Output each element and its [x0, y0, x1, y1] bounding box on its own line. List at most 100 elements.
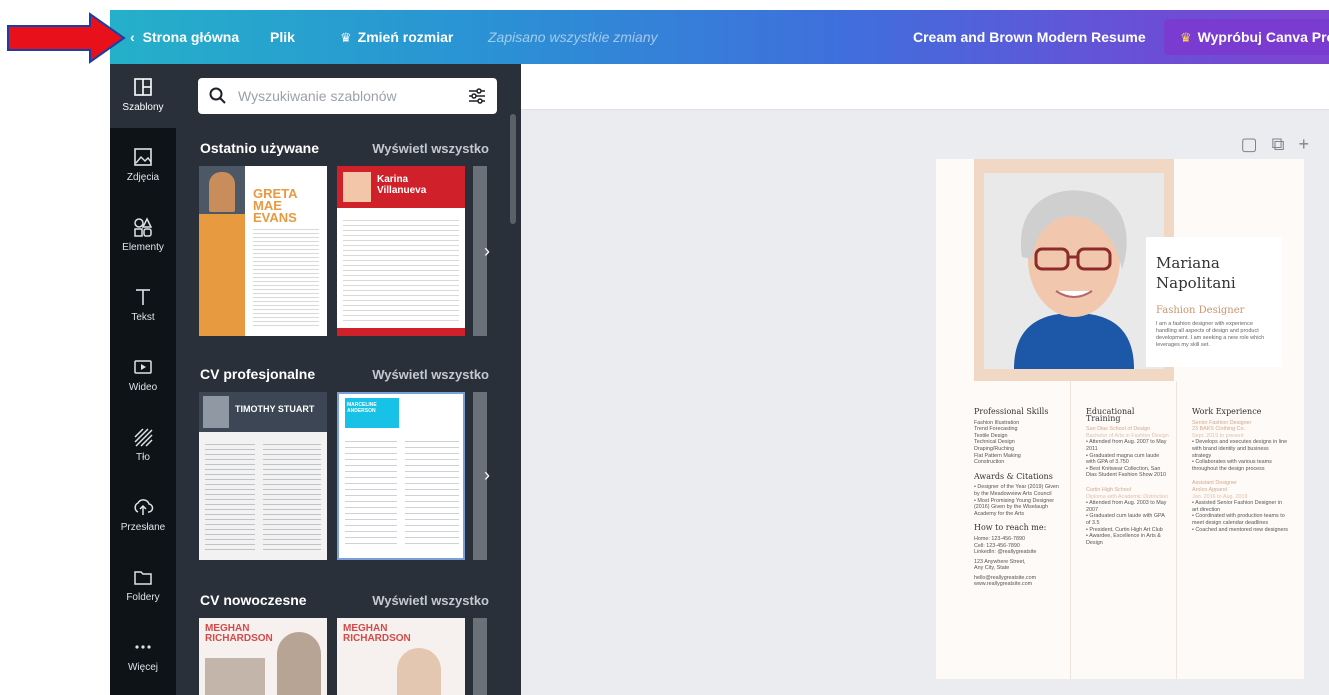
- page-tools: ▢ ⧉ +: [1227, 134, 1309, 155]
- resume-column-skills[interactable]: Professional Skills Fashion Illustration…: [974, 407, 1066, 588]
- skill-item: Textile Design: [974, 432, 1008, 439]
- rail-item-photos[interactable]: Zdjęcia: [110, 134, 176, 198]
- rail-item-folders[interactable]: Foldery: [110, 554, 176, 618]
- school-name: Curtin High School: [1086, 486, 1131, 493]
- rail-item-uploads[interactable]: Przesłane: [110, 484, 176, 548]
- resume-column-work[interactable]: Work Experience Senior Fashion Designer …: [1192, 407, 1288, 534]
- design-canvas: ▢ ⧉ + Mariana Napolitani Fashion Designer …: [521, 64, 1329, 695]
- red-arrow-annotation: [7, 12, 126, 64]
- template-search-input[interactable]: Wyszukiwanie szablonów: [198, 78, 497, 114]
- crown-icon: ♛: [1180, 30, 1192, 45]
- template-thumb[interactable]: MARCELINE ANDERSON: [337, 392, 465, 560]
- thumb-title: TIMOTHY STUART: [235, 404, 315, 414]
- section-title: Ostatnio używane: [200, 140, 320, 156]
- job-item: Assisted Senior Fashion Designer in art …: [1192, 500, 1288, 513]
- rail-label: Przesłane: [120, 522, 166, 533]
- duplicate-page-icon[interactable]: ⧉: [1272, 134, 1285, 154]
- degree-name: Diploma with Academic Distinction: [1086, 493, 1169, 500]
- resume-column-education[interactable]: Educational Training San Dias School of …: [1086, 407, 1170, 546]
- rail-item-video[interactable]: Wideo: [110, 344, 176, 408]
- template-thumb-edge: [473, 618, 487, 695]
- home-button[interactable]: ‹ Strona główna: [130, 10, 239, 64]
- filter-icon[interactable]: [467, 86, 487, 106]
- column-divider: [1070, 381, 1071, 679]
- awards-heading: Awards & Citations: [974, 471, 1053, 481]
- job-role: Senior Fashion Designer: [1192, 419, 1252, 426]
- profile-photo[interactable]: [984, 173, 1164, 369]
- template-thumb[interactable]: MEGHAN RICHARDSON: [199, 618, 327, 695]
- upload-icon: [134, 499, 154, 515]
- resume-first-name: Mariana: [1156, 254, 1220, 272]
- skill-item: Fashion Illustration: [974, 419, 1020, 426]
- photo-icon: [134, 148, 152, 166]
- contact-line: hello@reallygreatsite.com: [974, 574, 1037, 581]
- job-item: Coached and mentored new designers: [1192, 527, 1288, 534]
- save-status: Zapisano wszystkie zmiany: [488, 29, 658, 45]
- chevron-right-icon[interactable]: ›: [476, 464, 498, 486]
- edu-item: Graduated magna cum laude with GPA of 3.…: [1086, 453, 1170, 466]
- contact-line: Any City, State: [974, 565, 1010, 572]
- section-title: CV profesjonalne: [200, 366, 316, 382]
- template-thumb[interactable]: GRETA MAE EVANS: [199, 166, 327, 336]
- video-icon: [134, 360, 152, 374]
- work-heading: Work Experience: [1192, 407, 1262, 416]
- rail-label: Zdjęcia: [126, 172, 160, 183]
- award-item: Designer of the Year (2019) Given by the…: [974, 484, 1066, 497]
- view-all-link[interactable]: Wyświetl wszystko: [372, 593, 489, 608]
- rail-item-elements[interactable]: Elementy: [110, 204, 176, 268]
- try-canva-pro-button[interactable]: ♛ Wypróbuj Canva Pro: [1164, 19, 1329, 55]
- skill-item: Technical Design: [974, 439, 1015, 446]
- document-title[interactable]: Cream and Brown Modern Resume: [913, 10, 1146, 64]
- job-role: Assistant Designer: [1192, 480, 1237, 487]
- rail-item-more[interactable]: Więcej: [110, 624, 176, 688]
- skill-item: Draping/Ruching: [974, 445, 1015, 452]
- contact-heading: How to reach me:: [974, 523, 1047, 533]
- rail-label: Tło: [136, 452, 150, 463]
- add-page-icon[interactable]: +: [1298, 134, 1309, 154]
- templates-panel: Wyszukiwanie szablonów Ostatnio używane …: [176, 64, 521, 695]
- resize-label: Zmień rozmiar: [357, 29, 454, 45]
- panel-scrollbar[interactable]: [510, 114, 516, 224]
- text-icon: [136, 289, 150, 305]
- template-thumb[interactable]: TIMOTHY STUART: [199, 392, 327, 560]
- rail-label: Wideo: [128, 382, 158, 393]
- rail-item-background[interactable]: Tło: [110, 414, 176, 478]
- edu-item: Attended from Aug. 2007 to May 2011: [1086, 439, 1170, 452]
- edu-item: Graduated cum laude with GPA of 3.5: [1086, 513, 1170, 526]
- job-company: Arolco Apparel: [1192, 486, 1228, 493]
- resize-button[interactable]: ♛ Zmień rozmiar: [340, 10, 453, 64]
- contact-line: www.reallygreatsite.com: [974, 581, 1033, 588]
- contact-line: Cell: 123-456-7890: [974, 542, 1020, 549]
- job-company: 23 BAKS Clothing Co.: [1192, 426, 1246, 433]
- edu-item: Best Knitwear Collection, San Dias Stude…: [1086, 466, 1170, 479]
- thumb-title: MEGHAN RICHARDSON: [205, 623, 273, 644]
- job-item: Collaborates with various teams througho…: [1192, 459, 1288, 472]
- side-rail: Szablony Zdjęcia Elementy Tekst Wideo Tł…: [110, 64, 176, 695]
- contact-line: Home: 123-456-7890: [974, 535, 1025, 542]
- template-thumb[interactable]: Karina Villanueva: [337, 166, 465, 336]
- chevron-right-icon[interactable]: ›: [476, 240, 498, 262]
- view-all-link[interactable]: Wyświetl wszystko: [372, 141, 489, 156]
- template-thumb[interactable]: MEGHAN RICHARDSON: [337, 618, 465, 695]
- rail-item-text[interactable]: Tekst: [110, 274, 176, 338]
- contact-line: LinkedIn: @reallygreatsite: [974, 549, 1037, 556]
- edu-item: Awardee, Excellence in Arts & Design: [1086, 533, 1170, 546]
- template-icon: [134, 78, 152, 96]
- skills-heading: Professional Skills: [974, 407, 1049, 416]
- name-box[interactable]: Mariana Napolitani Fashion Designer I am…: [1146, 237, 1282, 367]
- canva-editor: ‹ Strona główna Plik ♛ Zmień rozmiar Zapis…: [0, 0, 1329, 695]
- background-icon: [134, 428, 153, 447]
- file-menu[interactable]: Plik: [270, 10, 295, 64]
- try-pro-label: Wypróbuj Canva Pro: [1197, 29, 1329, 45]
- view-all-link[interactable]: Wyświetl wszystko: [372, 367, 489, 382]
- shapes-icon: [134, 217, 153, 237]
- note-icon[interactable]: ▢: [1241, 134, 1258, 154]
- skill-item: Flat Pattern Making: [974, 452, 1021, 459]
- rail-item-templates[interactable]: Szablony: [110, 64, 176, 128]
- home-label: Strona główna: [142, 29, 240, 45]
- edu-item: Attended from Aug. 2003 to May 2007: [1086, 500, 1170, 513]
- more-icon: [135, 645, 151, 649]
- skill-item: Construction: [974, 459, 1005, 466]
- resume-page[interactable]: Mariana Napolitani Fashion Designer I am…: [936, 159, 1304, 679]
- rail-label: Elementy: [122, 242, 164, 253]
